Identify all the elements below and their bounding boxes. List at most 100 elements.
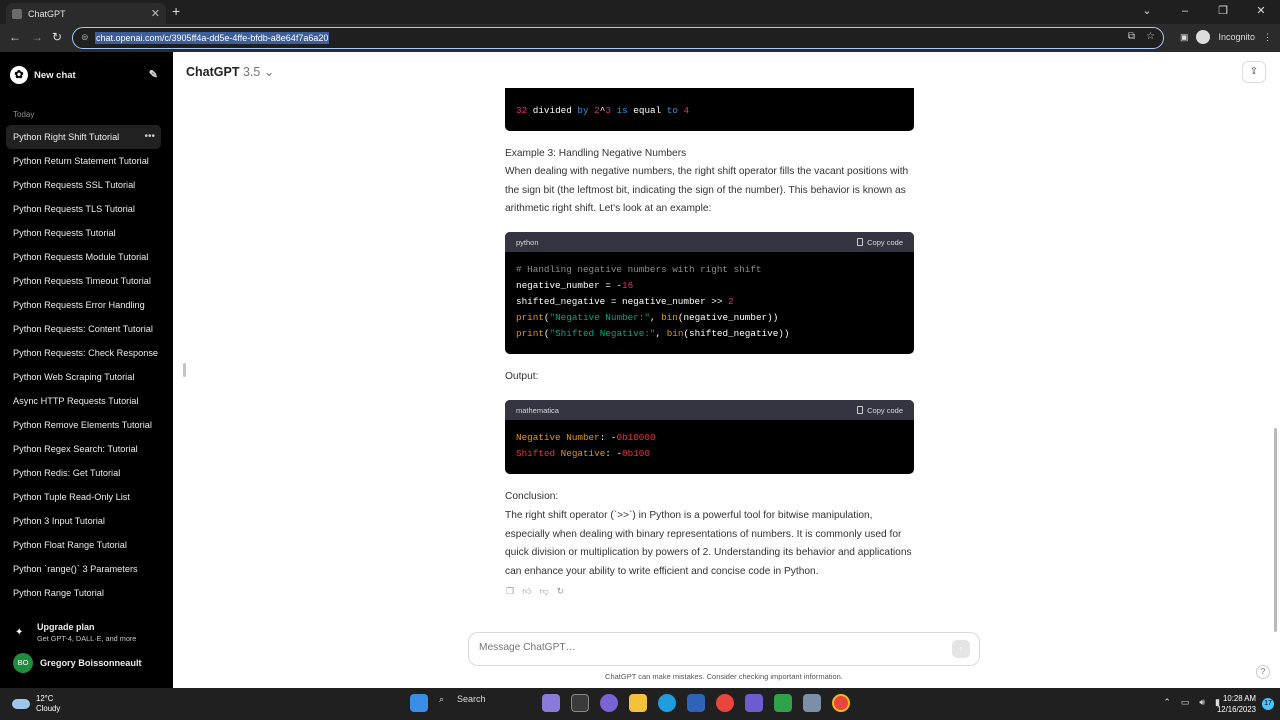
copy-code-button[interactable]: Copy code — [857, 406, 903, 415]
back-icon[interactable]: ← — [9, 30, 21, 44]
history-item[interactable]: Python Return Statement Tutorial — [6, 149, 161, 173]
browser-tab[interactable]: ChatGPT ✕ — [6, 3, 166, 24]
windows-start-icon[interactable] — [410, 694, 428, 712]
share-icon[interactable]: ⇪ — [1242, 61, 1266, 83]
more-options-icon[interactable]: ••• — [144, 125, 155, 149]
code-header: mathematica Copy code — [505, 400, 914, 420]
chrome-incognito-icon[interactable] — [832, 694, 850, 712]
history-item[interactable]: Python 3 Input Tutorial — [6, 509, 161, 533]
sidebar-toggle-handle[interactable] — [183, 363, 186, 377]
incognito-icon[interactable] — [1196, 30, 1211, 44]
upgrade-subtitle: Get GPT-4, DALL·E, and more — [37, 634, 137, 643]
url-text[interactable]: chat.openai.com/c/3905ff4a-dd5e-4ffe-bfd… — [95, 32, 330, 44]
history-item[interactable]: Python Range Tutorial — [6, 581, 161, 605]
thumbs-down-icon[interactable]: 👎︎ — [539, 586, 548, 597]
restore-button[interactable]: ❐ — [1204, 0, 1242, 24]
terminal-app-icon[interactable] — [571, 694, 589, 712]
widgets-app-icon[interactable] — [542, 694, 560, 712]
speaker-icon[interactable]: 🔊︎ — [1199, 697, 1205, 708]
history-item[interactable]: Python Requests: Check Response — [6, 341, 161, 365]
copy-label: Copy code — [867, 237, 903, 247]
history-item[interactable]: Python Requests TLS Tutorial — [6, 197, 161, 221]
clipboard-icon — [857, 406, 864, 414]
history-item[interactable]: Python Tuple Read-Only List — [6, 485, 161, 509]
model-name: ChatGPT — [186, 65, 240, 79]
history-item[interactable]: Python `range()` 3 Parameters — [6, 557, 161, 581]
taskbar-search[interactable]: ⌕ Search — [439, 694, 531, 712]
network-icon[interactable]: ▭ — [1181, 697, 1190, 708]
chevron-up-icon[interactable]: ⌃ — [1163, 697, 1171, 708]
history-item[interactable]: Python Web Scraping Tutorial — [6, 365, 161, 389]
output-label: Output: — [505, 371, 539, 382]
help-icon[interactable]: ? — [1256, 665, 1270, 679]
side-panel-icon[interactable]: ▣ — [1180, 32, 1189, 43]
chrome-icon[interactable] — [716, 694, 734, 712]
notepad-app-icon[interactable] — [774, 694, 792, 712]
browser-toolbar: ← → ↻ ⊜ chat.openai.com/c/3905ff4a-dd5e-… — [0, 24, 1280, 52]
new-chat-button[interactable]: ✿ New chat ✎ — [10, 64, 160, 86]
main-panel: ChatGPT 3.5 ⌄ ⇪ 32 divided by 2^3 is equ… — [173, 52, 1280, 688]
history-item[interactable]: Python Float Range Tutorial — [6, 533, 161, 557]
taskbar: 12°C Cloudy ⌕ Search ⌃ ▭ 🔊︎ ▮ 10:28 AM 12/… — [0, 688, 1280, 720]
sidebar: ✿ New chat ✎ Today Python Right Shift Tu… — [0, 52, 173, 688]
edge-browser-icon[interactable] — [658, 694, 676, 712]
store-app-icon[interactable] — [687, 694, 705, 712]
copy-code-button[interactable]: Copy code — [857, 238, 903, 247]
weather-widget[interactable]: 12°C Cloudy — [12, 694, 60, 714]
new-tab-button[interactable]: + — [172, 3, 180, 19]
history-item[interactable]: Python Regex Search: Tutorial — [6, 437, 161, 461]
clock[interactable]: 10:28 AM 12/16/2023 — [1217, 693, 1256, 715]
openai-logo-icon: ✿ — [10, 66, 28, 84]
forward-icon[interactable]: → — [31, 30, 43, 44]
scrollbar[interactable] — [1274, 428, 1277, 632]
weather-condition: Cloudy — [36, 704, 61, 713]
edit-icon[interactable]: ✎ — [149, 68, 158, 81]
search-icon: ⌕ — [439, 694, 445, 704]
chatgpt-favicon-icon — [12, 8, 22, 19]
address-bar[interactable]: ⊜ chat.openai.com/c/3905ff4a-dd5e-4ffe-b… — [72, 27, 1164, 49]
site-info-icon[interactable]: ⊜ — [81, 32, 89, 43]
window-dropdown-icon[interactable]: ⌄ — [1128, 0, 1166, 24]
thumbs-up-icon[interactable]: 👍︎ — [522, 586, 531, 597]
chat-app-icon[interactable] — [600, 694, 618, 712]
chat-history-list: Python Right Shift Tutorial ••• Python Re… — [6, 125, 161, 605]
message-composer[interactable]: ↑ — [468, 632, 980, 666]
file-explorer-icon[interactable] — [629, 694, 647, 712]
browser-tab-strip: ChatGPT ✕ + ⌄ – ❐ ✕ — [0, 0, 1280, 24]
notification-badge[interactable]: 17 — [1262, 698, 1274, 710]
user-menu-button[interactable]: BO Gregory Boissonneault — [13, 653, 142, 673]
history-item[interactable]: Python Requests Timeout Tutorial — [6, 269, 161, 293]
history-item-label: Python Right Shift Tutorial — [13, 132, 120, 142]
incognito-label[interactable]: Incognito — [1218, 32, 1255, 42]
upgrade-plan-button[interactable]: ✦ Upgrade plan Get GPT-4, DALL·E, and mo… — [10, 622, 165, 646]
history-item[interactable]: Python Right Shift Tutorial ••• — [6, 125, 161, 149]
history-item[interactable]: Python Remove Elements Tutorial — [6, 413, 161, 437]
history-item[interactable]: Python Redis: Get Tutorial — [6, 461, 161, 485]
message-actions: ❐ 👍︎ 👎︎ ↻ — [506, 586, 564, 597]
bookmark-star-icon[interactable]: ☆ — [1146, 31, 1155, 42]
history-item[interactable]: Async HTTP Requests Tutorial — [6, 389, 161, 413]
copy-icon[interactable]: ❐ — [506, 586, 514, 597]
history-item[interactable]: Python Requests SSL Tutorial — [6, 173, 161, 197]
code-header: python Copy code — [505, 232, 914, 252]
install-app-icon[interactable]: ⧉ — [1128, 31, 1135, 42]
snipping-tool-icon[interactable] — [803, 694, 821, 712]
history-item[interactable]: Python Requests Tutorial — [6, 221, 161, 245]
reload-icon[interactable]: ↻ — [52, 30, 62, 44]
model-selector[interactable]: ChatGPT 3.5 ⌄ — [186, 64, 274, 79]
date: 12/16/2023 — [1216, 705, 1256, 714]
close-window-button[interactable]: ✕ — [1242, 0, 1280, 24]
menu-icon[interactable]: ⋮ — [1263, 32, 1272, 43]
message-input[interactable] — [479, 642, 919, 653]
regenerate-icon[interactable]: ↻ — [557, 586, 565, 597]
history-section-label: Today — [13, 110, 35, 119]
clipboard-icon — [857, 238, 864, 246]
code-block-python: python Copy code # Handling negative num… — [505, 232, 914, 354]
send-button[interactable]: ↑ — [952, 640, 970, 658]
vpn-app-icon[interactable] — [745, 694, 763, 712]
history-item[interactable]: Python Requests Error Handling — [6, 293, 161, 317]
minimize-button[interactable]: – — [1166, 0, 1204, 24]
close-tab-icon[interactable]: ✕ — [151, 7, 160, 20]
history-item[interactable]: Python Requests: Content Tutorial — [6, 317, 161, 341]
history-item[interactable]: Python Requests Module Tutorial — [6, 245, 161, 269]
